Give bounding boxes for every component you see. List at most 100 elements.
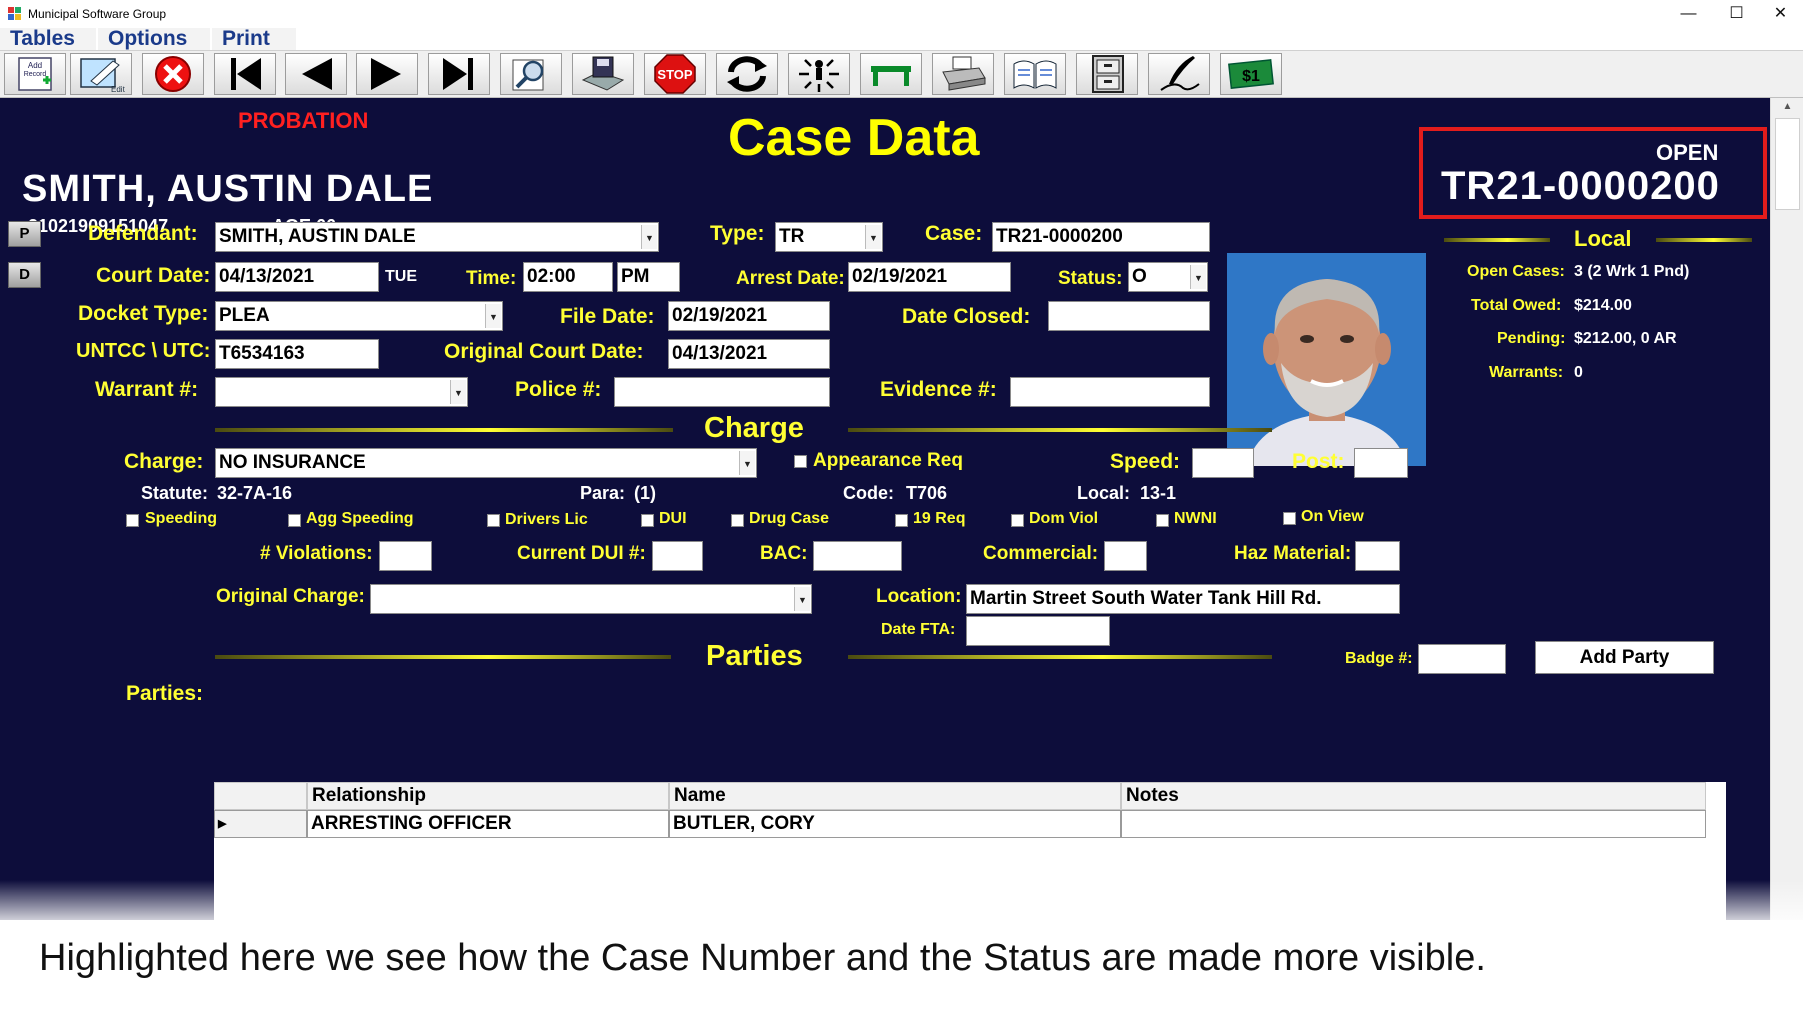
vertical-scrollbar[interactable]: ▲ [1770,98,1803,920]
drug-case-checkbox[interactable] [731,514,744,527]
search-button[interactable] [500,53,562,95]
row-selector-arrow-icon[interactable]: ▶ [214,810,307,838]
police-label: Police #: [515,378,602,401]
next-record-button[interactable] [356,53,418,95]
edit-button[interactable]: Edit [70,53,132,95]
charge-select[interactable]: NO INSURANCE ▼ [215,448,757,478]
warrant-select[interactable]: ▼ [215,377,468,407]
table-cell-relationship[interactable]: ARRESTING OFFICER [307,810,669,838]
location-field[interactable]: Martin Street South Water Tank Hill Rd. [966,584,1400,614]
minimize-button[interactable]: — [1666,0,1711,28]
defendant-name-heading: SMITH, AUSTIN DALE [22,168,434,210]
nwni-checkbox[interactable] [1156,514,1169,527]
menu-tables[interactable]: Tables [0,28,96,50]
maximize-button[interactable]: ☐ [1714,0,1759,28]
dom-viol-checkbox[interactable] [1011,514,1024,527]
drivers-lic-checkbox[interactable] [487,514,500,527]
chevron-down-icon[interactable]: ▼ [450,380,466,404]
type-select[interactable]: TR ▼ [775,222,883,252]
menu-print[interactable]: Print [212,28,296,50]
save-button[interactable] [572,53,634,95]
status-select[interactable]: O ▼ [1128,262,1208,292]
commercial-field[interactable] [1104,541,1147,571]
violations-field[interactable] [379,541,432,571]
menu-options[interactable]: Options [98,28,210,50]
parties-section-title: Parties [706,640,803,672]
file-cabinet-button[interactable] [1076,53,1138,95]
chevron-down-icon[interactable]: ▼ [641,225,657,249]
file-date-label: File Date: [560,305,655,328]
search-icon [512,59,544,91]
last-record-button[interactable] [428,53,490,95]
previous-record-button[interactable] [285,53,347,95]
dui-checkbox[interactable] [641,514,654,527]
file-cabinet-icon [1092,55,1124,93]
payment-button[interactable]: $1 [1220,53,1282,95]
stop-button[interactable]: STOP [644,53,706,95]
svg-text:Record: Record [24,71,47,78]
on-view-label: On View [1301,508,1364,525]
speeding-checkbox[interactable] [126,514,139,527]
print-button[interactable] [932,53,994,95]
court-date-field[interactable]: 04/13/2021 [215,262,379,292]
dui-label: DUI [659,510,687,527]
cancel-button[interactable] [142,53,204,95]
status-label: Status: [1058,268,1123,289]
agg-speeding-checkbox[interactable] [288,514,301,527]
chevron-down-icon[interactable]: ▼ [485,304,501,328]
arrest-date-field[interactable]: 02/19/2021 [848,262,1011,292]
file-date-field[interactable]: 02/19/2021 [668,301,830,331]
court-table-button[interactable] [860,53,922,95]
assign-button[interactable] [788,53,850,95]
chevron-down-icon[interactable]: ▼ [739,451,755,475]
chevron-down-icon[interactable]: ▼ [794,587,810,611]
badge-field[interactable] [1418,644,1506,674]
time-field[interactable]: 02:00 [523,262,613,292]
table-cell-notes[interactable] [1121,810,1706,838]
toolbar: Add Record Edit STOP $1 [0,51,1803,98]
sign-button[interactable] [1148,53,1210,95]
chevron-down-icon[interactable]: ▼ [865,225,881,249]
table-cell-name[interactable]: BUTLER, CORY [669,810,1121,838]
untcc-field[interactable]: T6534163 [215,339,379,369]
post-field[interactable] [1354,448,1408,478]
add-record-button[interactable]: Add Record [4,53,66,95]
parties-divider-left [215,655,671,659]
add-party-button[interactable]: Add Party [1535,641,1714,674]
date-fta-field[interactable] [966,616,1110,646]
scroll-up-arrow-icon[interactable]: ▲ [1771,98,1803,116]
defendant-select[interactable]: SMITH, AUSTIN DALE ▼ [215,222,659,252]
speed-field[interactable] [1192,448,1254,478]
column-header-notes[interactable]: Notes [1121,782,1706,810]
date-closed-field[interactable] [1048,301,1210,331]
first-record-button[interactable] [214,53,276,95]
ampm-field[interactable]: PM [617,262,680,292]
appearance-req-checkbox[interactable] [794,455,807,468]
column-header-name[interactable]: Name [669,782,1121,810]
p-button[interactable]: P [8,221,41,247]
original-charge-select[interactable]: ▼ [370,584,812,614]
stop-icon: STOP [654,54,696,94]
chevron-down-icon[interactable]: ▼ [1190,265,1206,289]
police-field[interactable] [614,377,830,407]
bac-field[interactable] [813,541,902,571]
case-field[interactable]: TR21-0000200 [992,222,1210,252]
highlight-box [1419,127,1767,219]
on-view-checkbox[interactable] [1283,512,1296,525]
original-court-date-field[interactable]: 04/13/2021 [668,339,830,369]
docket-type-select[interactable]: PLEA ▼ [215,301,503,331]
req19-checkbox[interactable] [895,514,908,527]
evidence-field[interactable] [1010,377,1210,407]
refresh-button[interactable] [716,53,778,95]
haz-material-field[interactable] [1355,541,1400,571]
court-date-label: Court Date: [96,264,211,287]
app-icon [8,7,21,20]
d-button[interactable]: D [8,262,41,288]
scroll-thumb[interactable] [1775,118,1800,210]
svg-text:Add: Add [28,61,42,70]
warrant-label: Warrant #: [95,378,199,401]
column-header-relationship[interactable]: Relationship [307,782,669,810]
current-dui-field[interactable] [652,541,703,571]
docket-book-button[interactable] [1004,53,1066,95]
close-window-button[interactable]: ✕ [1758,0,1803,28]
